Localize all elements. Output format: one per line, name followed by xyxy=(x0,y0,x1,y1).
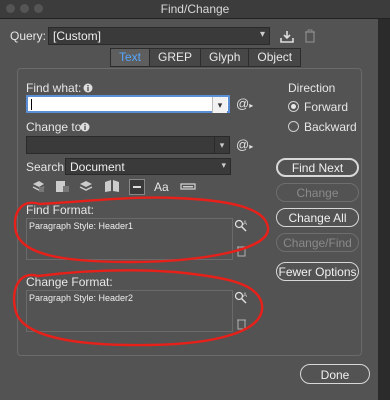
include-locked-layers-icon[interactable] xyxy=(31,179,45,193)
clear-change-format-icon[interactable] xyxy=(234,316,248,330)
direction-label: Direction xyxy=(288,81,336,95)
tab-object[interactable]: Object xyxy=(249,49,301,66)
find-format-value: Paragraph Style: Header1 xyxy=(29,221,134,231)
clear-find-format-icon[interactable] xyxy=(234,243,248,257)
at-icon: @ xyxy=(236,137,250,152)
change-format-settings-icon[interactable]: A xyxy=(234,291,248,305)
include-hidden-layers-icon[interactable] xyxy=(79,179,93,193)
fewer-options-button[interactable]: Fewer Options xyxy=(276,262,359,281)
search-scope-value: Document xyxy=(70,160,125,174)
info-icon[interactable] xyxy=(78,120,92,134)
chevron-down-icon: ▾ xyxy=(221,160,226,170)
include-footnotes-icon[interactable] xyxy=(129,179,145,195)
mode-tabs: Text GREP Glyph Object xyxy=(110,48,302,67)
tab-text[interactable]: Text xyxy=(111,49,151,66)
at-icon: @ xyxy=(236,96,250,111)
change-to-label: Change to: xyxy=(26,120,85,134)
query-label: Query: xyxy=(10,29,47,43)
case-sensitive-icon[interactable]: Aa xyxy=(154,180,169,194)
change-all-button[interactable]: Change All xyxy=(276,208,359,227)
svg-text:A: A xyxy=(243,293,247,299)
include-master-pages-icon[interactable] xyxy=(104,179,119,193)
find-format-settings-icon[interactable]: A xyxy=(234,219,248,233)
text-cursor xyxy=(31,99,32,110)
done-button[interactable]: Done xyxy=(300,364,370,384)
change-format-value: Paragraph Style: Header2 xyxy=(29,293,134,303)
find-what-input[interactable]: ▾ xyxy=(26,95,230,113)
info-icon[interactable] xyxy=(81,81,95,95)
save-query-icon[interactable] xyxy=(280,29,294,43)
find-what-label: Find what: xyxy=(26,81,82,95)
direction-backward-label[interactable]: Backward xyxy=(304,120,357,134)
find-format-box[interactable]: Paragraph Style: Header1 xyxy=(26,218,233,260)
query-value: [Custom] xyxy=(53,29,102,43)
search-label: Search: xyxy=(26,160,68,174)
direction-forward-label[interactable]: Forward xyxy=(304,100,348,114)
tab-grep[interactable]: GREP xyxy=(150,49,202,66)
change-format-box[interactable]: Paragraph Style: Header2 xyxy=(26,290,233,332)
find-next-button[interactable]: Find Next xyxy=(276,158,359,177)
delete-query-icon[interactable] xyxy=(303,29,317,43)
direction-forward-radio[interactable] xyxy=(288,101,299,112)
window-title: Find/Change xyxy=(160,2,230,16)
title-bar: Find/Change xyxy=(0,0,390,19)
find-what-history-dropdown[interactable]: ▾ xyxy=(212,97,227,113)
find-format-label: Find Format: xyxy=(26,203,95,217)
change-find-button[interactable]: Change/Find xyxy=(276,233,359,252)
change-to-history-dropdown[interactable]: ▾ xyxy=(214,137,229,153)
whole-word-icon[interactable] xyxy=(180,179,196,193)
special-characters-find-button[interactable]: @▸ xyxy=(236,96,253,111)
change-to-input[interactable]: ▾ xyxy=(26,136,230,154)
special-characters-change-button[interactable]: @▸ xyxy=(236,137,253,152)
change-button[interactable]: Change xyxy=(276,183,359,202)
change-format-label: Change Format: xyxy=(26,275,113,289)
include-locked-stories-icon[interactable] xyxy=(55,179,69,193)
search-scope-select[interactable]: Document ▾ xyxy=(65,158,231,175)
chevron-down-icon: ▾ xyxy=(259,29,265,40)
direction-backward-radio[interactable] xyxy=(288,121,299,132)
query-select[interactable]: [Custom] ▾ xyxy=(48,27,270,45)
svg-text:A: A xyxy=(243,221,247,227)
tab-glyph[interactable]: Glyph xyxy=(201,49,250,66)
